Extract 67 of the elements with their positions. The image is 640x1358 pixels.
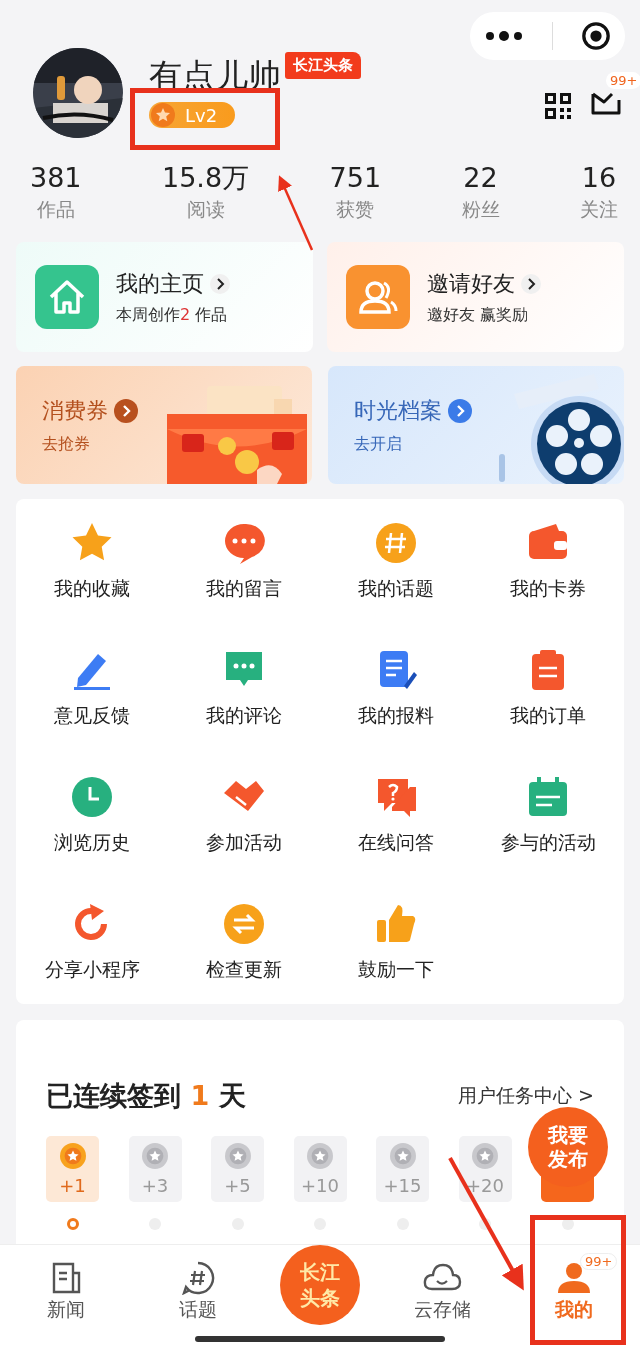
chevron-right-icon — [114, 398, 138, 423]
check-in-day: +1 — [46, 1136, 99, 1202]
coin-icon — [472, 1142, 498, 1169]
tab[interactable]: 云存储 — [392, 1251, 492, 1323]
chat-bubble-icon — [222, 521, 266, 565]
shortcut-subtitle: 本周创作2 作品 — [116, 304, 229, 326]
chevron-right-icon — [521, 273, 541, 294]
shortcut-card[interactable]: 邀请好友 邀好友 赢奖励 — [327, 242, 624, 352]
feature-item[interactable]: 在线问答 — [320, 775, 472, 902]
shortcut-title: 邀请好友 — [427, 269, 515, 298]
channel-tag: 长江头条 — [285, 52, 361, 79]
coin-icon — [307, 1142, 333, 1169]
feature-item[interactable]: 意见反馈 — [16, 648, 168, 775]
qr-code-icon[interactable] — [544, 92, 572, 120]
feature-item[interactable]: 浏览历史 — [16, 775, 168, 902]
check-in-title: 已连续签到 1 天 — [46, 1079, 246, 1113]
coin-icon — [224, 1142, 251, 1169]
feature-item[interactable]: 参加活动 — [168, 775, 320, 902]
check-in-day: +20 — [458, 1136, 512, 1202]
feature-item[interactable]: 我的收藏 — [16, 521, 168, 648]
feature-item[interactable]: 我的报料 — [320, 648, 472, 775]
chevron-right-icon — [448, 398, 472, 423]
shortcut-card[interactable]: 我的主页 本周创作2 作品 — [16, 242, 313, 352]
more-icon[interactable] — [484, 30, 524, 42]
promo-banner[interactable]: 时光档案 去开启 — [328, 366, 624, 484]
hash-icon — [374, 521, 418, 565]
banner-title: 时光档案 — [354, 396, 442, 425]
feature-item[interactable]: 检查更新 — [168, 902, 320, 1029]
stat-value[interactable]: 15.8万 — [162, 162, 250, 194]
stat-value[interactable]: 381 — [30, 162, 82, 194]
chevron-right-icon — [210, 273, 230, 294]
hash-bubble-icon — [181, 1261, 215, 1295]
tab[interactable]: 话题 — [148, 1251, 248, 1323]
feature-item[interactable]: 分享小程序 — [16, 902, 168, 1029]
tab[interactable]: 新闻 — [16, 1251, 116, 1323]
banner-title: 消费券 — [42, 396, 108, 425]
close-target-icon[interactable] — [581, 21, 611, 51]
check-in-day: +15 — [376, 1136, 429, 1202]
task-center-link[interactable]: 用户任务中心 > — [458, 1083, 594, 1109]
feature-item[interactable]: 参与的活动 — [472, 775, 624, 902]
check-in-day: +10 — [293, 1136, 347, 1202]
feature-item[interactable]: 我的话题 — [320, 521, 472, 648]
stat-value[interactable]: 16 — [581, 162, 617, 194]
coin-icon — [142, 1142, 168, 1169]
banner-subtitle: 去抢券 — [42, 433, 91, 455]
stat-value[interactable]: 22 — [463, 162, 498, 194]
promo-banner[interactable]: 消费券 去抢券 — [16, 366, 312, 484]
coin-icon — [59, 1142, 86, 1169]
notification-badge: 99+ — [580, 1253, 618, 1270]
feature-item[interactable]: 鼓励一下 — [320, 902, 472, 1029]
calendar-icon — [526, 775, 570, 819]
people-icon — [346, 265, 410, 329]
feature-item[interactable]: 我的卡券 — [472, 521, 624, 648]
check-in-day: +3 — [128, 1136, 182, 1202]
message-count-badge: 99+ — [606, 72, 640, 89]
shortcut-title: 我的主页 — [116, 269, 204, 298]
shortcut-subtitle: 邀好友 赢奖励 — [427, 304, 530, 326]
banner-subtitle: 去开启 — [354, 433, 403, 455]
feature-item[interactable]: 我的留言 — [168, 521, 320, 648]
clock-icon — [70, 775, 114, 819]
house-icon — [35, 265, 99, 329]
check-in-day: +5 — [211, 1136, 264, 1202]
stat-value[interactable]: 751 — [329, 162, 382, 194]
coin-icon — [389, 1142, 416, 1169]
refresh-icon — [222, 902, 266, 946]
feature-item[interactable]: 我的订单 — [472, 648, 624, 775]
feature-item[interactable]: 我的评论 — [168, 648, 320, 775]
